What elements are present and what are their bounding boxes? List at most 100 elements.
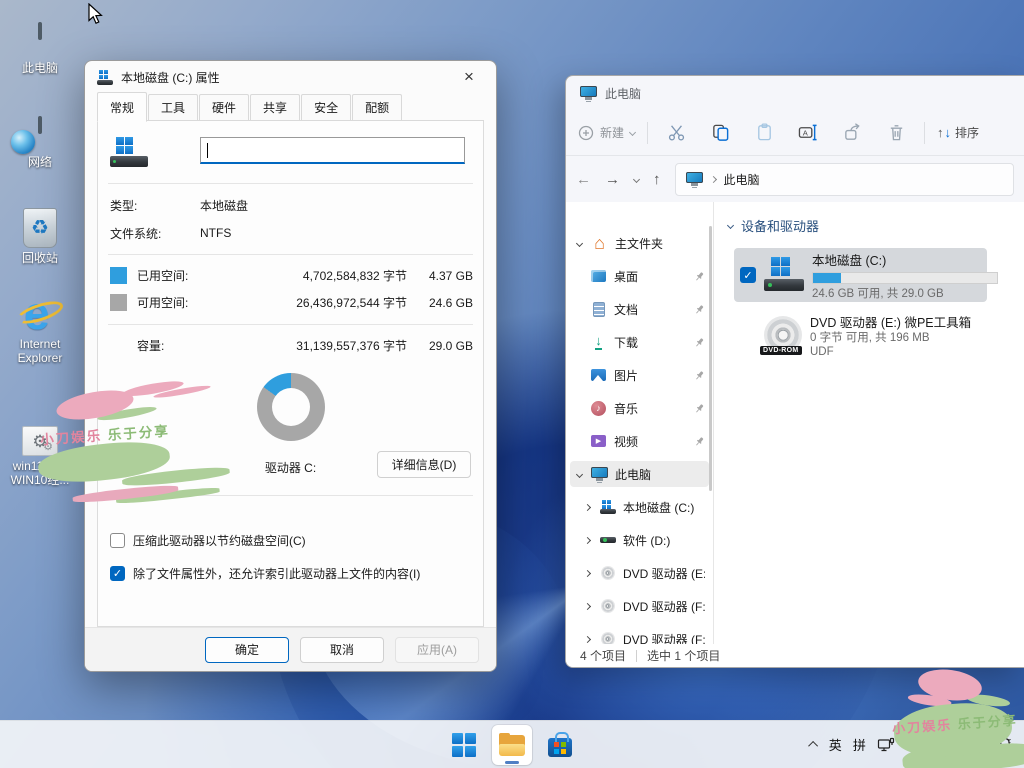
sidebar-item-this-pc[interactable]: 此电脑 xyxy=(570,461,709,487)
plus-circle-icon xyxy=(578,125,594,141)
section-devices-and-drives[interactable]: 设备和驱动器 xyxy=(728,216,819,235)
desktop-icon-label: 回收站 xyxy=(8,251,72,265)
share-button[interactable] xyxy=(836,117,868,149)
desktop-icon-network[interactable]: 网络 xyxy=(8,108,72,169)
desktop-icon-label: win11恢复WIN10经... xyxy=(8,459,72,487)
type-value: 本地磁盘 xyxy=(200,197,248,214)
ime-english-indicator[interactable]: 英 xyxy=(829,735,842,754)
breadcrumb[interactable]: 此电脑 xyxy=(724,171,760,188)
cancel-button[interactable]: 取消 xyxy=(300,637,384,663)
item-count: 4 个项目 xyxy=(580,647,626,664)
desktop-icon-internet-explorer[interactable]: e Internet Explorer xyxy=(8,290,72,365)
volume-icon[interactable] xyxy=(906,737,923,752)
toolbar-divider xyxy=(924,122,925,144)
sidebar-item-videos[interactable]: ▶ 视频 xyxy=(586,428,709,454)
usage-donut-chart xyxy=(257,373,325,441)
tray-overflow-chevron-icon[interactable] xyxy=(808,741,818,751)
explorer-toolbar: 新建 A xyxy=(566,110,1024,156)
paste-icon xyxy=(755,123,774,142)
gears-icon: ⚙⚙ xyxy=(22,426,58,456)
index-checkbox-label[interactable]: 除了文件属性外，还允许索引此驱动器上文件的内容(I) xyxy=(133,565,420,582)
address-bar[interactable]: 此电脑 xyxy=(675,163,1015,196)
drive-free-space: 0 字节 可用, 共 196 MB xyxy=(810,331,981,345)
start-button[interactable] xyxy=(444,725,484,765)
delete-button[interactable] xyxy=(880,117,912,149)
desktop-icon-win11-restore[interactable]: ⚙⚙ win11恢复WIN10经... xyxy=(8,412,72,487)
dvd-icon xyxy=(599,598,616,614)
item-checkbox[interactable]: ✓ xyxy=(740,267,756,283)
desktop-icon-recycle-bin[interactable]: ♻ 回收站 xyxy=(8,204,72,265)
sidebar-item-drive-c[interactable]: 本地磁盘 (C:) xyxy=(578,494,709,520)
sidebar-item-downloads[interactable]: ↓ 下载 xyxy=(586,329,709,355)
dialog-titlebar[interactable]: 本地磁盘 (C:) 属性 × xyxy=(85,61,496,93)
explorer-window-title: 此电脑 xyxy=(605,85,641,102)
taskbar-clock[interactable]: 14:55 2022/8/12 xyxy=(934,731,985,759)
sidebar-item-pictures[interactable]: 图片 xyxy=(586,362,709,388)
windows-logo-icon xyxy=(452,733,476,757)
drive-item-d[interactable]: 软件 (D:) xyxy=(1009,248,1024,302)
drive-item-dvd-e[interactable]: DVD-ROM DVD 驱动器 (E:) 微PE工具箱 0 字节 可用, 共 1… xyxy=(734,308,987,362)
arrow-up-icon: ↑ xyxy=(937,125,944,140)
copy-button[interactable] xyxy=(704,117,736,149)
local-disk-icon xyxy=(599,499,616,515)
desktop-icon-label: 网络 xyxy=(8,155,72,169)
drive-item-c[interactable]: ✓ 本地磁盘 (C:) 24.6 GB 可用, 共 29.0 GB xyxy=(734,248,987,302)
disk-usage-bar xyxy=(812,272,998,284)
sidebar-item-dvd-f[interactable]: DVD 驱动器 (F:) xyxy=(578,593,709,619)
new-button[interactable]: 新建 xyxy=(578,124,635,141)
sidebar-item-drive-d[interactable]: 软件 (D:) xyxy=(578,527,709,553)
compress-checkbox[interactable] xyxy=(110,533,125,548)
sidebar-item-music[interactable]: ♪ 音乐 xyxy=(586,395,709,421)
tab-tools[interactable]: 工具 xyxy=(148,94,198,121)
this-pc-icon xyxy=(686,172,703,186)
chevron-right-icon xyxy=(583,503,590,510)
sidebar-scrollbar[interactable] xyxy=(709,226,712,491)
ime-pinyin-indicator[interactable]: 拼 xyxy=(853,735,866,754)
forward-button[interactable]: → xyxy=(605,171,620,188)
taskbar-file-explorer-button[interactable] xyxy=(492,725,532,765)
back-button[interactable]: ← xyxy=(576,171,591,188)
drive-item-dvd-f[interactable]: DVD-ROM DVD 驱动器 (F:) xyxy=(1009,308,1024,362)
apply-button[interactable]: 应用(A) xyxy=(395,637,479,663)
this-pc-icon xyxy=(591,466,608,482)
new-button-label: 新建 xyxy=(600,124,624,141)
sidebar-item-dvd-partial[interactable]: DVD 驱动器 (F:) xyxy=(578,626,709,644)
capacity-size: 29.0 GB xyxy=(407,339,473,353)
paste-button[interactable] xyxy=(748,117,780,149)
ok-button[interactable]: 确定 xyxy=(205,637,289,663)
tray-date: 2022/8/12 xyxy=(934,745,985,759)
tab-hardware[interactable]: 硬件 xyxy=(199,94,249,121)
details-button[interactable]: 详细信息(D) xyxy=(377,451,471,478)
tab-sharing[interactable]: 共享 xyxy=(250,94,300,121)
recycle-bin-icon: ♻ xyxy=(23,208,57,248)
cut-button[interactable] xyxy=(660,117,692,149)
compress-checkbox-label[interactable]: 压缩此驱动器以节约磁盘空间(C) xyxy=(133,532,306,549)
volume-label-input[interactable] xyxy=(200,137,465,164)
sidebar-item-desktop[interactable]: 桌面 xyxy=(586,263,709,289)
used-space-bytes: 4,702,584,832 字节 xyxy=(257,267,407,284)
recent-locations-chevron[interactable] xyxy=(633,175,640,182)
taskbar: 英 拼 14:55 2022/8/12 z xyxy=(0,720,1024,768)
explorer-address-row: ← → ↑ 此电脑 xyxy=(566,156,1024,202)
up-button[interactable]: ↑ xyxy=(653,171,661,188)
dvd-icon xyxy=(599,565,616,581)
network-icon[interactable] xyxy=(877,737,895,753)
tab-quota[interactable]: 配额 xyxy=(352,94,402,121)
sort-button[interactable]: ↑↓ 排序 xyxy=(937,124,979,141)
system-tray: 英 拼 14:55 2022/8/12 z xyxy=(811,721,1018,768)
sidebar-item-dvd-e[interactable]: DVD 驱动器 (E:) xyxy=(578,560,709,586)
close-icon[interactable]: × xyxy=(452,65,486,89)
sidebar-item-documents[interactable]: 文档 xyxy=(586,296,709,322)
sidebar-item-home[interactable]: ⌂ 主文件夹 xyxy=(570,230,709,256)
rename-button[interactable]: A xyxy=(792,117,824,149)
tab-security[interactable]: 安全 xyxy=(301,94,351,121)
tab-general[interactable]: 常规 xyxy=(97,92,147,122)
desktop-icon-this-pc[interactable]: 此电脑 xyxy=(8,14,72,75)
index-checkbox[interactable] xyxy=(110,566,125,581)
chevron-down-icon xyxy=(575,239,582,246)
disk-usage-fill xyxy=(813,273,841,283)
explorer-titlebar[interactable]: 此电脑 xyxy=(566,76,1024,110)
sort-button-label: 排序 xyxy=(955,124,979,141)
notification-bell-icon[interactable]: z xyxy=(996,736,1014,754)
taskbar-store-button[interactable] xyxy=(540,725,580,765)
